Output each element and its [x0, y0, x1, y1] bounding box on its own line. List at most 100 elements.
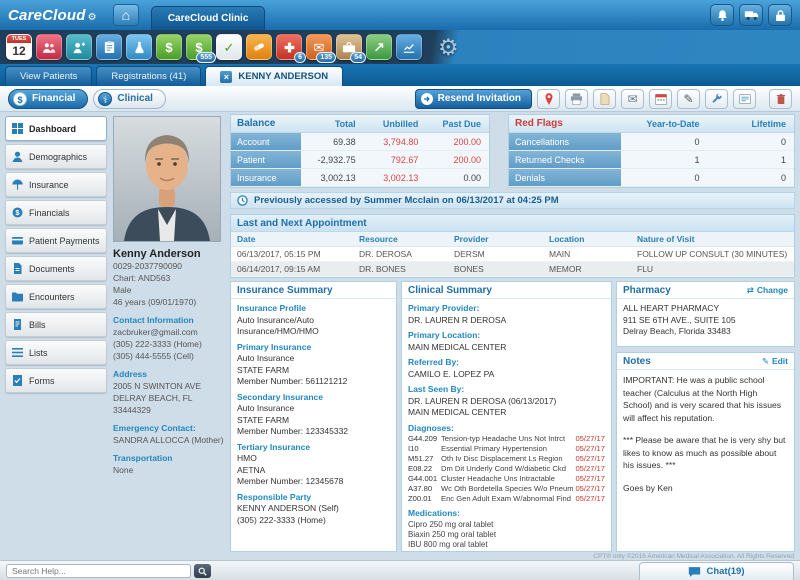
- sidebar-item-demographics[interactable]: Demographics: [5, 144, 107, 169]
- red-flag-row: Denials 0 0: [509, 169, 794, 187]
- home-button[interactable]: ⌂: [113, 4, 139, 26]
- appointments-column-headers: Date Resource Provider Location Nature o…: [231, 232, 794, 247]
- balance-title: Balance: [231, 118, 301, 129]
- sidebar-item-patient-payments[interactable]: Patient Payments: [5, 228, 107, 253]
- tools-button[interactable]: [705, 89, 728, 109]
- lock-icon: [775, 9, 786, 22]
- contact-info-heading: Contact Information: [113, 314, 225, 326]
- flask-icon: [133, 41, 146, 54]
- ambulance-button[interactable]: [739, 4, 763, 26]
- sidebar-item-lists[interactable]: Lists: [5, 340, 107, 365]
- pharmacy-panel: Pharmacy ⇄ Change ALL HEART PHARMACY911 …: [616, 281, 795, 347]
- credit-card-icon: [11, 235, 24, 246]
- brand-text: CareCloud: [8, 7, 86, 24]
- dollar-circle-icon: $: [11, 207, 24, 218]
- payments-dollar-icon[interactable]: $ 555: [186, 34, 212, 60]
- patient-gender: Male: [113, 284, 225, 296]
- notes-edit-link[interactable]: ✎ Edit: [762, 356, 788, 367]
- clinic-tab[interactable]: CareCloud Clinic: [151, 6, 266, 30]
- tasks-check-icon[interactable]: ✓: [216, 34, 242, 60]
- financial-toggle-button[interactable]: $ Financial: [8, 89, 88, 109]
- pharmacy-change-link[interactable]: ⇄ Change: [747, 285, 788, 296]
- sidebar-item-bills[interactable]: Bills: [5, 312, 107, 337]
- medication-item: Cipro 250 mg oral tablet: [408, 520, 605, 530]
- pharmacy-line: Delray Beach, Florida 33483: [623, 326, 788, 338]
- diagnosis-item: E08.22 Dm Dit Underly Cond W/diabetic Ck…: [408, 464, 605, 474]
- sidebar-item-encounters[interactable]: Encounters: [5, 284, 107, 309]
- tab-patient-label: KENNY ANDERSON: [238, 71, 328, 82]
- primary-location-label: Primary Location:: [408, 330, 605, 342]
- clinical-icon: ⚕: [98, 92, 112, 106]
- search-help-input[interactable]: [6, 564, 191, 578]
- sidebar-item-documents[interactable]: Documents: [5, 256, 107, 281]
- lock-button[interactable]: [768, 4, 792, 26]
- logo-gear-icon: ⚙: [88, 12, 97, 23]
- patients-icon[interactable]: [36, 34, 62, 60]
- tab-patient-active[interactable]: × KENNY ANDERSON: [205, 66, 343, 86]
- edit-button[interactable]: ✎: [677, 89, 700, 109]
- patient-age: 46 years (09/01/1970): [113, 296, 225, 308]
- clipboard-icon: [103, 40, 116, 54]
- address-heading: Address: [113, 368, 225, 380]
- chat-button[interactable]: Chat(19): [639, 562, 794, 580]
- emergency-cross-icon[interactable]: 6: [276, 34, 302, 60]
- calendar-button[interactable]: [649, 89, 672, 109]
- document-button[interactable]: [593, 89, 616, 109]
- list-icon: [11, 347, 24, 358]
- notifications-button[interactable]: [710, 4, 734, 26]
- tab-view-patients[interactable]: View Patients: [5, 66, 92, 86]
- email-button[interactable]: ✉: [621, 89, 644, 109]
- diagnosis-item: Z00.01 Enc Gen Adult Exam W/abnormal Fin…: [408, 494, 605, 504]
- delete-button[interactable]: [769, 89, 792, 109]
- wrench-icon: [711, 93, 723, 105]
- sidebar-item-dashboard[interactable]: Dashboard: [5, 116, 107, 141]
- dashboard-icon: [11, 123, 24, 134]
- close-tab-icon[interactable]: ×: [220, 71, 232, 83]
- checkin-arrow-icon[interactable]: [366, 34, 392, 60]
- medications-icon[interactable]: [126, 34, 152, 60]
- appointment-row[interactable]: 06/14/2017, 09:15 AM DR. BONES BONES MEM…: [231, 262, 794, 277]
- clinical-summary-title: Clinical Summary: [408, 285, 492, 296]
- carecloud-logo: CareCloud ⚙: [8, 7, 97, 24]
- home-icon: ⌂: [122, 7, 130, 23]
- sidebar-item-insurance[interactable]: Insurance: [5, 172, 107, 197]
- patient-chart-number: Chart: AND563: [113, 272, 225, 284]
- send-arrow-icon: [421, 93, 433, 105]
- appointment-row[interactable]: 06/13/2017, 05:15 PM DR. DEROSA DERSM MA…: [231, 247, 794, 262]
- tab-registrations[interactable]: Registrations (41): [96, 66, 201, 86]
- tertiary-insurance-label: Tertiary Insurance: [237, 442, 390, 454]
- medication-item: Biaxin 250 mg oral tablet: [408, 530, 605, 540]
- search-button[interactable]: [194, 564, 211, 578]
- last-seen-label: Last Seen By:: [408, 384, 605, 396]
- clock-icon: [237, 195, 248, 206]
- folder-icon: [11, 291, 24, 302]
- alerts-pill-icon[interactable]: [246, 34, 272, 60]
- primary-insurance-label: Primary Insurance: [237, 342, 390, 354]
- settings-gear-icon[interactable]: ⚙: [438, 36, 459, 59]
- balance-panel: Balance Total Unbilled Past Due Account …: [230, 114, 490, 188]
- billing-dollar-icon[interactable]: $: [156, 34, 182, 60]
- calendar-date-icon[interactable]: TUES 12: [6, 34, 32, 60]
- medications-label: Medications:: [408, 508, 605, 520]
- line-chart-icon: [402, 41, 416, 54]
- add-patient-icon[interactable]: [66, 34, 92, 60]
- cases-briefcase-icon[interactable]: 54: [336, 34, 362, 60]
- resend-invitation-button[interactable]: Resend Invitation: [415, 89, 532, 109]
- insurance-summary-panel: Insurance Summary Insurance Profile Auto…: [230, 281, 397, 552]
- messages-envelope-icon[interactable]: ✉ 135: [306, 34, 332, 60]
- sidebar-item-forms[interactable]: Forms: [5, 368, 107, 393]
- notes-card-button[interactable]: [733, 89, 756, 109]
- primary-location-value: MAIN MEDICAL CENTER: [408, 342, 605, 354]
- clinical-toggle-button[interactable]: ⚕ Clinical: [93, 89, 166, 109]
- print-button[interactable]: [565, 89, 588, 109]
- map-pin-button[interactable]: [537, 89, 560, 109]
- file-icon: [600, 93, 610, 105]
- pharmacy-line: 911 SE 6TH AVE., SUITE 105: [623, 315, 788, 327]
- document-icon: [11, 263, 24, 274]
- topbar: CareCloud ⚙ ⌂ CareCloud Clinic: [0, 0, 800, 30]
- reports-chart-icon[interactable]: [396, 34, 422, 60]
- sidebar-item-financials[interactable]: $ Financials: [5, 200, 107, 225]
- scheduler-icon[interactable]: [96, 34, 122, 60]
- appointments-title: Last and Next Appointment: [231, 215, 794, 232]
- person-plus-icon: [72, 41, 86, 54]
